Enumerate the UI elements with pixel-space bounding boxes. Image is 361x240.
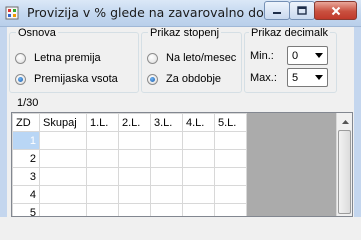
table-cell[interactable] xyxy=(150,185,183,204)
column-header-2l[interactable]: 2.L. xyxy=(118,113,151,132)
vertical-scrollbar[interactable] xyxy=(336,113,352,216)
grid-header-row: ZD Skupaj 1.L. 2.L. 3.L. 4.L. 5.L. xyxy=(12,113,247,132)
maximize-icon xyxy=(297,6,307,15)
minimize-button[interactable] xyxy=(264,1,290,20)
table-cell[interactable] xyxy=(150,149,183,168)
column-header-5l[interactable]: 5.L. xyxy=(214,113,247,132)
max-label: Max.: xyxy=(250,72,277,84)
table-cell[interactable] xyxy=(214,149,247,168)
window-frame-right xyxy=(354,27,361,217)
table-cell[interactable] xyxy=(150,167,183,186)
prikaz-stopenj-group: Prikaz stopenj Na leto/mesec Za obdobje xyxy=(141,27,242,93)
chevron-up-icon xyxy=(341,119,349,124)
min-decimals-select[interactable]: 0 xyxy=(287,46,328,65)
table-cell[interactable] xyxy=(118,185,151,204)
title-bar[interactable]: Provizija v % glede na zavarovalno dobo xyxy=(0,0,361,27)
radio-letna-premija[interactable]: Letna premija xyxy=(15,52,101,64)
table-cell[interactable] xyxy=(86,131,119,150)
close-button[interactable] xyxy=(314,1,357,20)
table-cell[interactable] xyxy=(86,185,119,204)
table-cell[interactable] xyxy=(118,167,151,186)
table-cell[interactable] xyxy=(86,167,119,186)
data-grid[interactable]: ZD Skupaj 1.L. 2.L. 3.L. 4.L. 5.L. 1 2 3… xyxy=(11,112,353,217)
table-cell[interactable] xyxy=(214,185,247,204)
table-cell[interactable] xyxy=(118,131,151,150)
chevron-down-icon[interactable] xyxy=(311,48,326,63)
min-decimals-value: 0 xyxy=(292,50,299,62)
radio-za-obdobje-circle[interactable] xyxy=(147,73,158,85)
table-cell[interactable] xyxy=(39,131,87,150)
grid-table: ZD Skupaj 1.L. 2.L. 3.L. 4.L. 5.L. 1 2 3… xyxy=(12,113,247,216)
column-header-3l[interactable]: 3.L. xyxy=(150,113,183,132)
row-number[interactable]: 3 xyxy=(12,167,40,186)
radio-na-leto-mesec[interactable]: Na leto/mesec xyxy=(147,52,236,64)
table-cell[interactable] xyxy=(182,185,215,204)
row-number[interactable]: 4 xyxy=(12,185,40,204)
record-counter: 1/30 xyxy=(17,97,39,109)
radio-premijaska-vsota-circle[interactable] xyxy=(15,73,26,85)
column-header-4l[interactable]: 4.L. xyxy=(182,113,215,132)
table-cell[interactable] xyxy=(150,203,183,216)
radio-na-leto-mesec-label: Na leto/mesec xyxy=(166,52,237,64)
scrollbar-thumb[interactable] xyxy=(338,130,351,214)
radio-na-leto-mesec-circle[interactable] xyxy=(147,52,158,64)
table-row[interactable]: 1 xyxy=(12,131,247,150)
prikaz-stopenj-legend: Prikaz stopenj xyxy=(148,27,222,39)
table-cell[interactable] xyxy=(214,167,247,186)
window-frame-left xyxy=(0,27,7,217)
table-row[interactable]: 5 xyxy=(12,203,247,216)
table-cell[interactable] xyxy=(118,149,151,168)
column-header-skupaj[interactable]: Skupaj xyxy=(39,113,87,132)
table-cell[interactable] xyxy=(182,149,215,168)
chevron-down-icon[interactable] xyxy=(311,70,326,85)
row-number[interactable]: 5 xyxy=(12,203,40,216)
grid-empty-area xyxy=(286,113,336,216)
table-cell[interactable] xyxy=(182,167,215,186)
table-row[interactable]: 3 xyxy=(12,167,247,186)
table-cell[interactable] xyxy=(86,203,119,216)
column-header-zd[interactable]: ZD xyxy=(12,113,40,132)
osnova-legend: Osnova xyxy=(16,27,58,39)
table-cell[interactable] xyxy=(182,203,215,216)
row-number[interactable]: 2 xyxy=(12,149,40,168)
client-area: Osnova Letna premija Premijaska vsota Pr… xyxy=(7,27,354,217)
table-row[interactable]: 4 xyxy=(12,185,247,204)
table-cell[interactable] xyxy=(39,203,87,216)
radio-letna-premija-label: Letna premija xyxy=(34,52,101,64)
table-cell[interactable] xyxy=(214,203,247,216)
maximize-button[interactable] xyxy=(289,1,315,20)
max-decimals-value: 5 xyxy=(292,72,299,84)
minimize-icon xyxy=(273,11,281,14)
table-cell[interactable] xyxy=(39,149,87,168)
radio-letna-premija-circle[interactable] xyxy=(15,52,26,64)
min-label: Min.: xyxy=(250,50,274,62)
table-cell[interactable] xyxy=(150,131,183,150)
table-cell[interactable] xyxy=(39,167,87,186)
close-icon xyxy=(331,6,340,15)
radio-za-obdobje-label: Za obdobje xyxy=(166,73,222,85)
table-cell[interactable] xyxy=(86,149,119,168)
prikaz-decimalk-group: Prikaz decimalk Min.: 0 Max.: 5 xyxy=(244,27,337,93)
max-decimals-select[interactable]: 5 xyxy=(287,68,328,87)
osnova-group: Osnova Letna premija Premijaska vsota xyxy=(9,27,139,93)
table-cell[interactable] xyxy=(214,131,247,150)
row-number[interactable]: 1 xyxy=(12,131,40,150)
table-cell[interactable] xyxy=(118,203,151,216)
prikaz-decimalk-legend: Prikaz decimalk xyxy=(249,27,331,39)
radio-premijaska-vsota-label: Premijaska vsota xyxy=(34,73,118,85)
scroll-up-button[interactable] xyxy=(338,114,352,129)
table-cell[interactable] xyxy=(39,185,87,204)
table-row[interactable]: 2 xyxy=(12,149,247,168)
radio-premijaska-vsota[interactable]: Premijaska vsota xyxy=(15,73,118,85)
column-header-1l[interactable]: 1.L. xyxy=(86,113,119,132)
app-icon xyxy=(5,6,19,20)
table-cell[interactable] xyxy=(182,131,215,150)
window-title: Provizija v % glede na zavarovalno dobo xyxy=(27,5,280,20)
radio-za-obdobje[interactable]: Za obdobje xyxy=(147,73,221,85)
